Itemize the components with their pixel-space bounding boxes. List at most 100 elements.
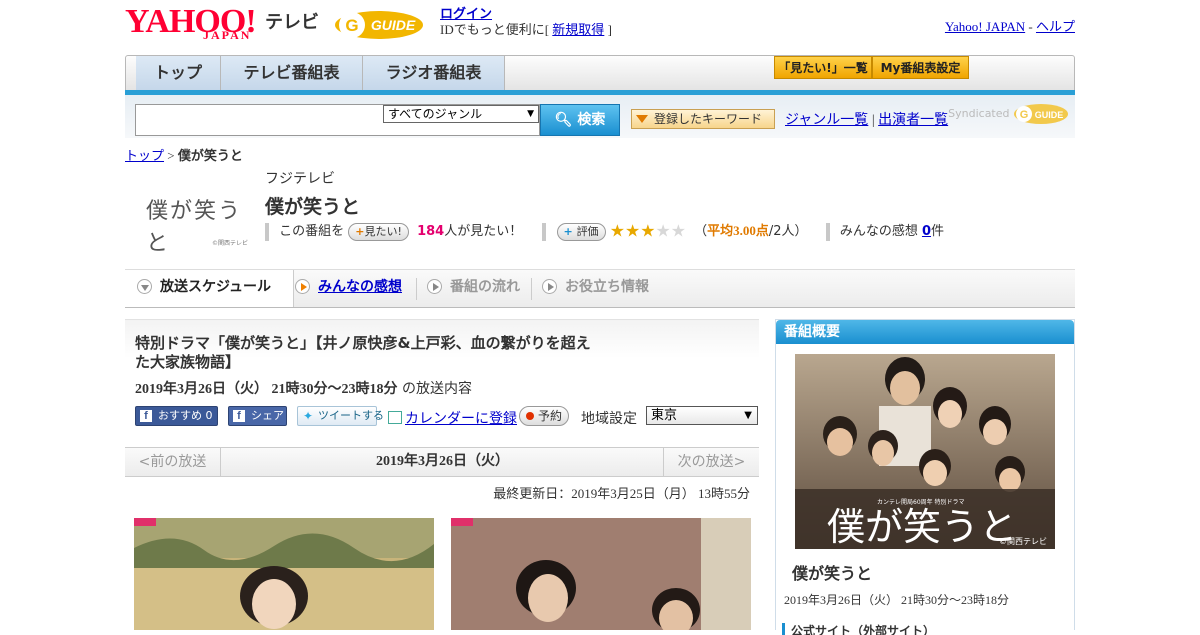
yahoo-japan-link[interactable]: Yahoo! JAPAN [945, 19, 1025, 34]
tab-useful-info[interactable]: お役立ち情報 [542, 270, 662, 306]
genre-select[interactable]: すべてのジャンル ▼ [383, 105, 539, 123]
nav-tab-tv-schedule[interactable]: テレビ番組表 [221, 56, 363, 90]
star-filled-icon: ★ [609, 221, 625, 242]
watchlist-button[interactable]: 「見たい!」一覧 [774, 56, 872, 79]
search-bar: すべてのジャンル ▼ 🔍︎ 検索 登録したキーワード ジャンル一覧 | 出演者一… [125, 95, 1075, 138]
reviews-label: みんなの感想 [839, 224, 918, 239]
facebook-icon: f [233, 410, 245, 422]
station-name: フジテレビ [265, 171, 335, 187]
svg-text:G: G [1020, 109, 1029, 121]
sidebar-program-title: 僕が笑うと [792, 564, 873, 583]
star-filled-icon: ★ [640, 221, 656, 242]
episode-photo-2[interactable] [451, 518, 751, 630]
region-select[interactable]: 東京 ▼ [646, 406, 758, 425]
registered-keyword-button[interactable]: 登録したキーワード [631, 109, 775, 129]
help-link[interactable]: ヘルプ [1036, 19, 1075, 34]
signup-link[interactable]: 新規取得 [552, 22, 604, 37]
facebook-icon: f [140, 410, 152, 422]
want-to-watch-button[interactable]: +見たい! [348, 222, 409, 241]
reserve-button[interactable]: 予約 [519, 406, 569, 426]
prev-broadcast-link[interactable]: <前の放送 [125, 448, 221, 476]
program-info: フジテレビ 僕が笑うと この番組を +見たい! 184人が見たい！ + 評価 ★… [265, 168, 1075, 242]
program-logo: 僕が笑うと ©関西テレビ [140, 183, 250, 255]
star-empty-icon: ★ [670, 221, 686, 242]
svg-text:GUIDE: GUIDE [1035, 110, 1064, 120]
program-logo-copyright: ©関西テレビ [211, 240, 248, 247]
gguide-small-logo: G GUIDE [1014, 104, 1068, 124]
nav-tab-radio-schedule[interactable]: ラジオ番組表 [363, 56, 505, 90]
rating-average: 平均3.00点 [707, 223, 769, 238]
search-button[interactable]: 🔍︎ 検索 [540, 104, 620, 136]
chevron-down-icon [137, 278, 152, 294]
svg-text:G: G [345, 16, 358, 35]
reviews-count-link[interactable]: 0 [922, 224, 931, 239]
gguide-logo[interactable]: G GUIDE G-GUIDE [333, 8, 429, 40]
plus-icon: + [563, 224, 577, 238]
header-links: Yahoo! JAPAN - ヘルプ [945, 16, 1075, 35]
svg-text:カンテレ開局60周年 特別ドラマ: カンテレ開局60周年 特別ドラマ [877, 498, 965, 506]
my-schedule-button[interactable]: My番組表設定 [872, 56, 969, 79]
svg-text:©関西テレビ: ©関西テレビ [999, 537, 1047, 546]
sidebar-heading: 番組概要 [776, 320, 1074, 344]
reviews-suffix: 件 [931, 224, 945, 239]
tab-reviews[interactable]: みんなの感想 [295, 270, 415, 306]
login-close: ] [607, 22, 612, 37]
calendar-register[interactable]: カレンダーに登録 [388, 408, 517, 428]
official-site-link[interactable]: 公式サイト（外部サイト） [782, 623, 935, 635]
search-icon: 🔍︎ [554, 112, 573, 128]
episode-panel: 特別ドラマ「僕が笑うと」【井ノ原快彦&上戸彩、血の繋がりを超えた大家族物語】 2… [125, 319, 759, 448]
dropdown-arrow-icon: ▼ [527, 109, 534, 119]
episode-photo-1[interactable] [134, 518, 434, 630]
search-links: ジャンル一覧 | 出演者一覧 [785, 109, 948, 129]
program-poster[interactable]: 僕が笑うと カンテレ開局60周年 特別ドラマ ©関西テレビ [795, 354, 1055, 549]
rating-count: /2人） [768, 224, 808, 239]
record-dot-icon [526, 412, 534, 420]
rating-open: （ [694, 224, 708, 239]
rate-button[interactable]: + 評価 [556, 222, 606, 241]
episode-title: 特別ドラマ「僕が笑うと」【井ノ原快彦&上戸彩、血の繋がりを超えた大家族物語】 [135, 334, 591, 371]
next-broadcast-link[interactable]: 次の放送> [663, 448, 759, 476]
dropdown-arrow-icon: ▼ [744, 410, 752, 421]
watch-count: 184 [417, 224, 445, 239]
header-separator: - [1028, 19, 1033, 34]
poster-title-text: 僕が笑うと [827, 505, 1017, 549]
plus-icon: + [355, 224, 365, 238]
tab-program-flow[interactable]: 番組の流れ [427, 270, 537, 306]
date-navigation: <前の放送 2019年3月26日（火） 次の放送> [125, 447, 759, 477]
episode-time: 2019年3月26日（火） 21時30分～23時18分 の放送内容 [135, 381, 472, 397]
star-filled-icon: ★ [624, 221, 641, 242]
breadcrumb-top-link[interactable]: トップ [125, 148, 164, 163]
program-stats: この番組を +見たい! 184人が見たい！ + 評価 ★★★★★ （平均3.00… [265, 220, 944, 242]
tweet-button[interactable]: ✦ ツイートする [297, 406, 384, 426]
tv-label[interactable]: テレビ [265, 8, 319, 34]
watch-prefix: この番組を [279, 224, 345, 239]
nav-tab-top[interactable]: トップ [136, 56, 221, 90]
tab-broadcast-schedule[interactable]: 放送スケジュール [125, 270, 294, 307]
login-link[interactable]: ログイン [440, 6, 492, 21]
program-tabs: 放送スケジュール みんなの感想 番組の流れ お役立ち情報 [125, 269, 1075, 308]
login-text: IDでもっと便利に[ [440, 22, 550, 37]
calendar-icon [388, 411, 402, 424]
program-overview-sidebar: 番組概要 僕が笑うと カンテレ開局60周年 特別ドラマ ©関西テレビ 僕が笑うと… [775, 319, 1075, 635]
current-broadcast-date: 2019年3月26日（火） [376, 454, 509, 469]
play-arrow-icon [295, 278, 310, 294]
facebook-recommend-button[interactable]: f おすすめ 0 [135, 406, 218, 426]
performer-list-link[interactable]: 出演者一覧 [878, 113, 948, 128]
rating-stars: ★★★★★ [610, 222, 686, 242]
play-arrow-icon [542, 278, 557, 294]
svg-text:GUIDE: GUIDE [371, 17, 416, 33]
site-header: YAHOO! JAPAN テレビ G GUIDE G-GUIDE ログイン ID… [125, 5, 1075, 50]
syndicated-label: Syndicated G GUIDE [948, 103, 1069, 125]
program-logo-text: 僕が笑うと [146, 198, 243, 255]
play-arrow-icon [427, 278, 442, 294]
breadcrumb: トップ > 僕が笑うと [125, 145, 243, 164]
region-label: 地域設定 [581, 411, 637, 427]
facebook-share-button[interactable]: f シェア [228, 406, 287, 426]
login-box: ログイン IDでもっと便利に[ 新規取得 ] [440, 6, 612, 38]
genre-list-link[interactable]: ジャンル一覧 [785, 113, 868, 128]
main-nav: トップ テレビ番組表 ラジオ番組表 「見たい!」一覧 My番組表設定 [125, 55, 1075, 91]
links-divider: | [871, 113, 875, 128]
triangle-down-icon [636, 115, 648, 123]
calendar-link[interactable]: カレンダーに登録 [405, 411, 517, 427]
yahoo-japan-label: JAPAN [203, 28, 252, 42]
